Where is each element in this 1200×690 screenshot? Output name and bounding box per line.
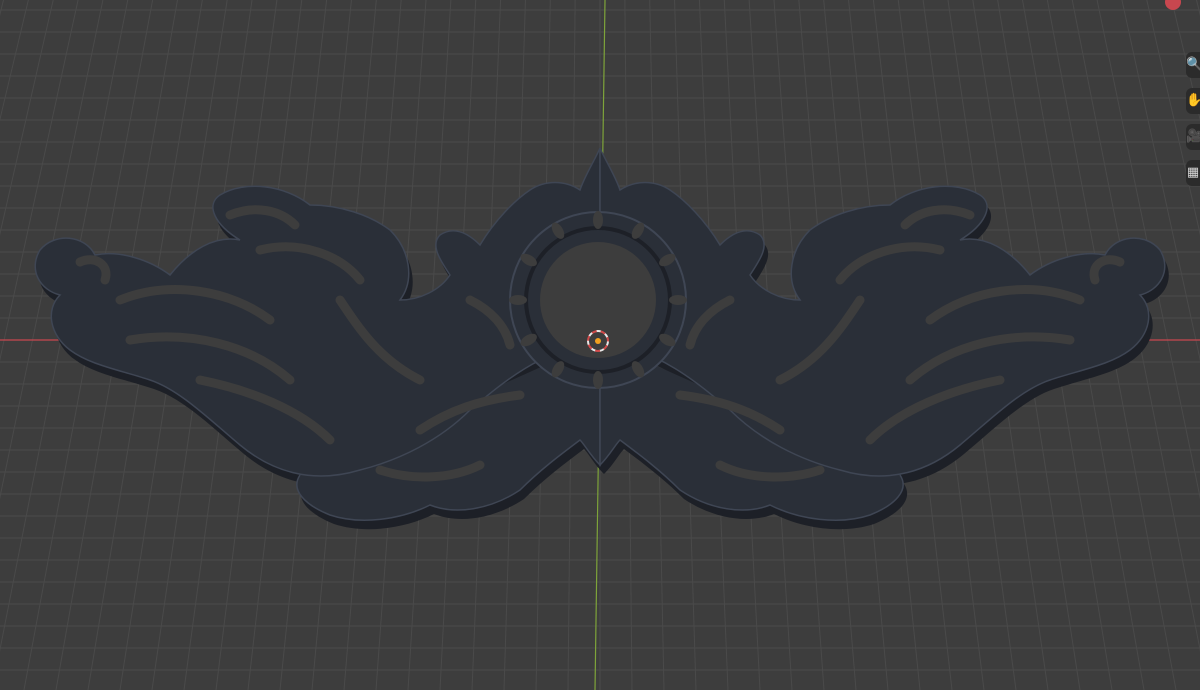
viewport-scene[interactable] <box>0 0 1200 690</box>
zoom-icon[interactable]: 🔍 <box>1186 52 1200 78</box>
camera-icon[interactable]: 🎥 <box>1186 124 1200 150</box>
hand-pan-icon[interactable]: ✋ <box>1186 88 1200 114</box>
gizmo-x-axis-icon[interactable] <box>1165 0 1181 10</box>
viewport-navigation-tools: 🔍 ✋ 🎥 ▦ <box>1186 52 1200 192</box>
3d-viewport[interactable]: 🔍 ✋ 🎥 ▦ <box>0 0 1200 690</box>
grid-toggle-icon[interactable]: ▦ <box>1186 160 1200 186</box>
navigation-gizmo[interactable] <box>1120 0 1200 60</box>
